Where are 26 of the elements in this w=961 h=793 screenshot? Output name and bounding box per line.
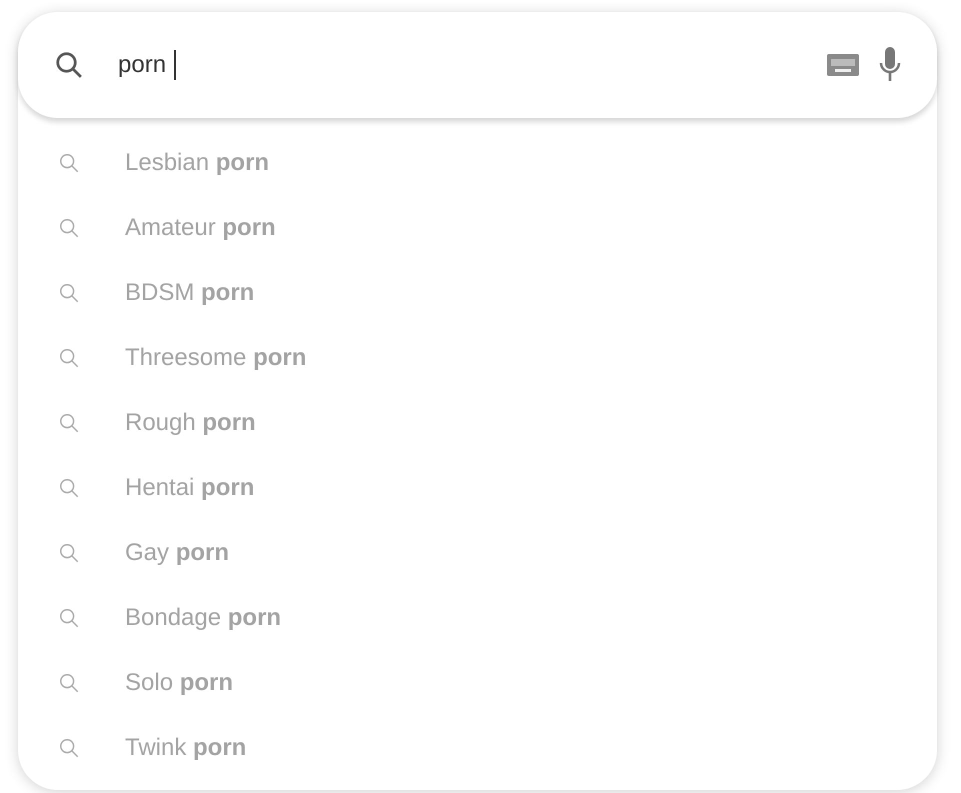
suggestion-item[interactable]: Threesome porn [18, 325, 937, 390]
suggestion-item[interactable]: Amateur porn [18, 195, 937, 260]
suggestion-item[interactable]: Gay porn [18, 520, 937, 585]
search-icon [58, 346, 80, 368]
suggestion-item[interactable]: Twink porn [18, 715, 937, 780]
search-icon [58, 736, 80, 758]
search-icon [58, 476, 80, 498]
suggestion-item[interactable]: Rough porn [18, 390, 937, 455]
suggestion-item[interactable]: Lesbian porn [18, 130, 937, 195]
search-icon [58, 606, 80, 628]
text-cursor [174, 50, 176, 80]
search-icon [58, 672, 80, 694]
search-icon [58, 542, 80, 564]
keyboard-icon[interactable] [827, 54, 859, 76]
microphone-icon[interactable] [879, 47, 901, 83]
search-icon [58, 282, 80, 304]
search-input[interactable]: porn [118, 47, 166, 83]
suggestion-item[interactable]: Hentai porn [18, 455, 937, 520]
search-icon [58, 216, 80, 238]
search-icon [54, 50, 84, 80]
suggestion-item[interactable]: Solo porn [18, 650, 937, 715]
search-icon [58, 412, 80, 434]
search-bar[interactable]: porn [18, 12, 937, 118]
suggestion-item[interactable]: Bondage porn [18, 585, 937, 650]
search-icon [58, 152, 80, 174]
suggestion-item[interactable]: BDSM porn [18, 260, 937, 325]
